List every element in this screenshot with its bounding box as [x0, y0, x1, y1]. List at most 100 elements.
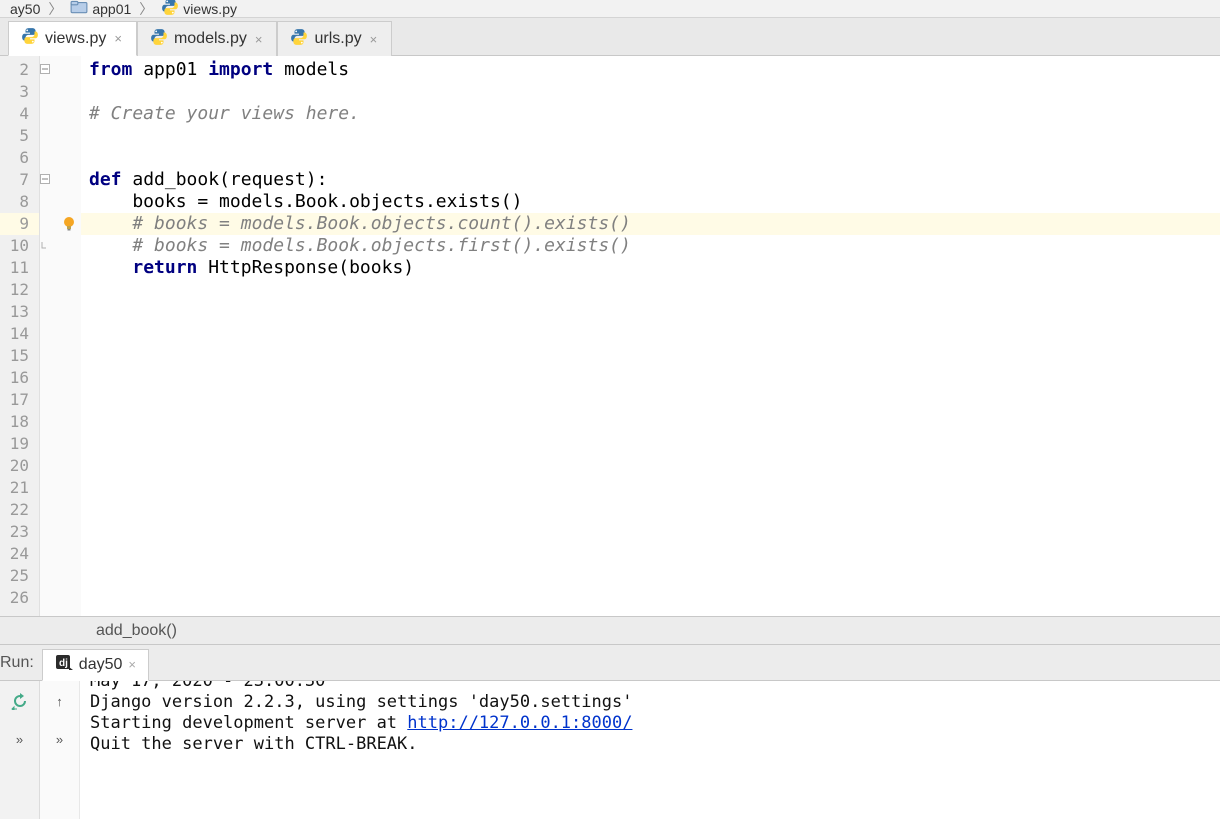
line-number: 26 — [0, 587, 39, 609]
line-number: 14 — [0, 323, 39, 345]
python-icon — [161, 0, 179, 18]
code-line[interactable] — [89, 521, 1220, 543]
tab-label: views.py — [45, 30, 106, 48]
fold-end-icon — [40, 240, 52, 252]
marker-strip — [40, 56, 81, 616]
lightbulb-icon[interactable] — [60, 215, 78, 233]
line-number: 11 — [0, 257, 39, 279]
code-line[interactable]: # Create your views here. — [89, 103, 1220, 125]
line-number: 4 — [0, 103, 39, 125]
line-number: 19 — [0, 433, 39, 455]
python-icon — [21, 27, 39, 50]
close-icon[interactable]: × — [368, 32, 380, 47]
chevron-right-icon: 〉 — [46, 0, 64, 18]
line-number: 24 — [0, 543, 39, 565]
code-line[interactable] — [89, 125, 1220, 147]
code-line[interactable] — [89, 279, 1220, 301]
python-icon — [150, 28, 168, 51]
run-tool-body: » ↑ » May 17, 2020 - 23:00:30Django vers… — [0, 681, 1220, 819]
line-number: 25 — [0, 565, 39, 587]
line-number: 22 — [0, 499, 39, 521]
code-line[interactable] — [89, 455, 1220, 477]
code-line[interactable] — [89, 81, 1220, 103]
code-line[interactable]: def add_book(request): — [89, 169, 1220, 191]
console-output[interactable]: May 17, 2020 - 23:00:30Django version 2.… — [80, 681, 1220, 819]
code-line[interactable] — [89, 345, 1220, 367]
code-line[interactable] — [89, 301, 1220, 323]
code-pane[interactable]: from app01 import models # Create your vi… — [81, 56, 1220, 616]
line-number: 8 — [0, 191, 39, 213]
tab-label: models.py — [174, 30, 247, 48]
more-button[interactable]: » — [10, 729, 30, 749]
code-line[interactable]: return HttpResponse(books) — [89, 257, 1220, 279]
code-line[interactable]: # books = models.Book.objects.first().ex… — [89, 235, 1220, 257]
tab-views-py[interactable]: views.py × — [8, 21, 137, 56]
close-icon[interactable]: × — [253, 32, 265, 47]
run-side-toolbar-2: ↑ » — [40, 681, 80, 819]
code-line[interactable] — [89, 499, 1220, 521]
code-line[interactable] — [89, 389, 1220, 411]
close-icon[interactable]: × — [112, 31, 124, 46]
breadcrumb-label: app01 — [92, 1, 131, 17]
editor-breadcrumb-label: add_book() — [96, 622, 177, 640]
close-icon[interactable]: × — [128, 657, 136, 672]
folder-icon — [70, 0, 88, 18]
line-number: 6 — [0, 147, 39, 169]
code-line[interactable] — [89, 147, 1220, 169]
line-number: 23 — [0, 521, 39, 543]
run-config-name: day50 — [79, 656, 123, 674]
code-line[interactable] — [89, 587, 1220, 609]
line-number: 16 — [0, 367, 39, 389]
breadcrumb-item[interactable]: ay50 — [4, 1, 46, 17]
line-number-gutter: 2345678910111213141516171819202122232425… — [0, 56, 40, 616]
tab-models-py[interactable]: models.py × — [137, 21, 278, 56]
tab-label: urls.py — [314, 30, 361, 48]
breadcrumb-item[interactable]: views.py — [155, 0, 243, 18]
code-editor[interactable]: 2345678910111213141516171819202122232425… — [0, 56, 1220, 617]
code-line[interactable] — [89, 433, 1220, 455]
python-icon — [290, 28, 308, 51]
breadcrumb-label: views.py — [183, 1, 237, 17]
editor-tabs: views.py × models.py × urls.py × — [0, 18, 1220, 56]
dj-icon: dj — [55, 653, 73, 676]
code-line[interactable] — [89, 477, 1220, 499]
line-number: 13 — [0, 301, 39, 323]
tab-urls-py[interactable]: urls.py × — [277, 21, 392, 56]
line-number: 20 — [0, 455, 39, 477]
line-number: 18 — [0, 411, 39, 433]
console-line: May 17, 2020 - 23:00:30 — [90, 681, 1210, 692]
line-number: 7 — [0, 169, 39, 191]
line-number: 9 — [0, 213, 39, 235]
run-tool-header: Run: dj day50 × — [0, 645, 1220, 681]
rerun-button[interactable] — [10, 691, 30, 711]
code-line[interactable] — [89, 411, 1220, 433]
code-line[interactable] — [89, 543, 1220, 565]
line-number: 15 — [0, 345, 39, 367]
run-side-toolbar-1: » — [0, 681, 40, 819]
fold-toggle-icon[interactable] — [40, 64, 52, 76]
code-line[interactable] — [89, 323, 1220, 345]
chevron-right-icon: 〉 — [137, 0, 155, 18]
console-link[interactable]: http://127.0.0.1:8000/ — [407, 713, 632, 733]
line-number: 21 — [0, 477, 39, 499]
code-line[interactable]: books = models.Book.objects.exists() — [89, 191, 1220, 213]
run-label: Run: — [0, 654, 42, 672]
console-line: Django version 2.2.3, using settings 'da… — [90, 692, 1210, 713]
breadcrumb-label: ay50 — [10, 1, 40, 17]
more-button[interactable]: » — [50, 729, 70, 749]
up-button[interactable]: ↑ — [50, 691, 70, 711]
code-line[interactable] — [89, 367, 1220, 389]
editor-breadcrumb[interactable]: add_book() — [0, 617, 1220, 645]
run-config-tab[interactable]: dj day50 × — [42, 649, 149, 681]
line-number: 2 — [0, 59, 39, 81]
code-line[interactable] — [89, 565, 1220, 587]
breadcrumb-item[interactable]: app01 — [64, 0, 137, 18]
console-line: Starting development server at http://12… — [90, 713, 1210, 734]
line-number: 12 — [0, 279, 39, 301]
line-number: 10 — [0, 235, 39, 257]
fold-toggle-icon[interactable] — [40, 174, 52, 186]
breadcrumb: ay50 〉 app01 〉 views.py — [0, 0, 1220, 18]
code-line[interactable]: from app01 import models — [89, 59, 1220, 81]
line-number: 5 — [0, 125, 39, 147]
line-number: 3 — [0, 81, 39, 103]
